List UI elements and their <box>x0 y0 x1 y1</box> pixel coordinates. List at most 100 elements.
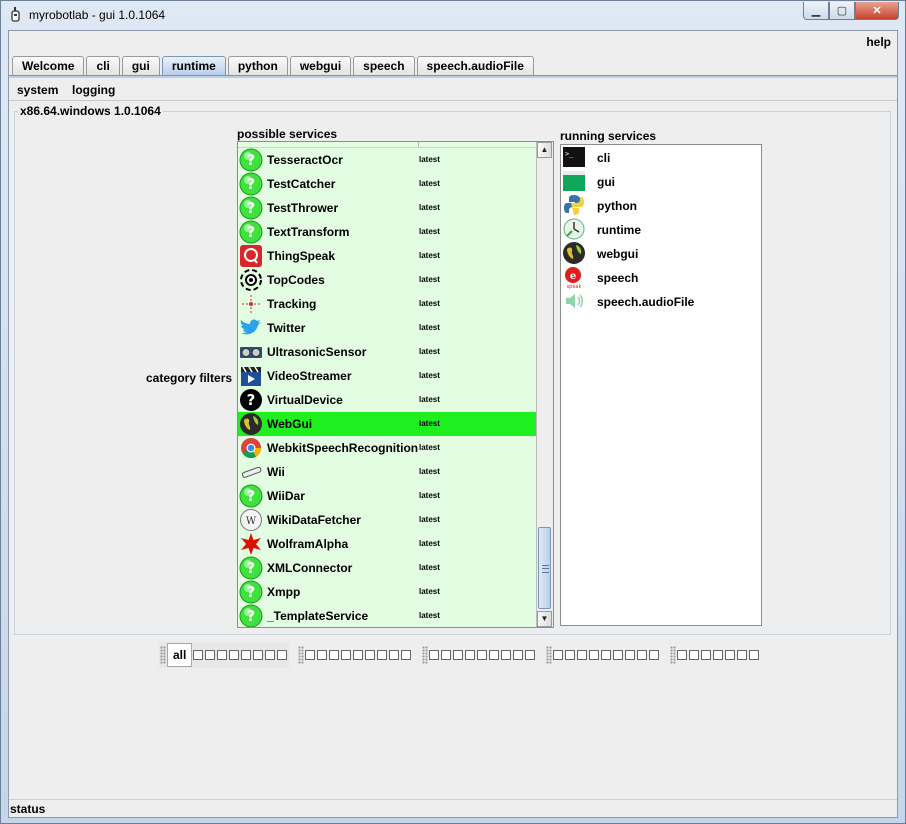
category-filter-button[interactable] <box>365 650 376 660</box>
category-filter-button[interactable] <box>677 650 688 660</box>
category-filter-button[interactable] <box>613 650 624 660</box>
globe-icon <box>563 242 585 264</box>
category-filter-button[interactable] <box>217 650 228 660</box>
running-service-row[interactable]: python <box>561 193 761 217</box>
category-filter-button[interactable] <box>601 650 612 660</box>
category-filter-button[interactable] <box>477 650 488 660</box>
category-filter-button[interactable] <box>305 650 316 660</box>
subtab-system[interactable]: system <box>17 83 58 97</box>
possible-service-row[interactable]: WebGui latest <box>238 412 538 436</box>
possible-services-list[interactable]: ? TesseractOcr latest? TestCatcher latest? Te… <box>237 141 554 628</box>
category-filter-button[interactable] <box>649 650 660 660</box>
tab-gui[interactable]: gui <box>121 56 160 75</box>
category-filter-button[interactable] <box>241 650 252 660</box>
category-filter-button[interactable] <box>525 650 536 660</box>
possible-service-row[interactable]: Tracking latest <box>238 292 538 316</box>
running-service-row[interactable]: gui <box>561 169 761 193</box>
possible-service-row[interactable]: Wii latest <box>238 460 538 484</box>
possible-service-row[interactable]: W WikiDataFetcher latest <box>238 508 538 532</box>
category-filter-button[interactable] <box>193 650 204 660</box>
possible-scrollbar[interactable]: ▲ ▼ <box>536 142 553 627</box>
category-filter-button[interactable] <box>401 650 412 660</box>
category-filter-button[interactable] <box>441 650 452 660</box>
maximize-button[interactable]: ▢ <box>829 2 855 20</box>
possible-service-row[interactable]: ThingSpeak latest <box>238 244 538 268</box>
category-filter-button[interactable] <box>489 650 500 660</box>
running-service-row[interactable]: >_ cli <box>561 145 761 169</box>
help-menu[interactable]: help <box>866 35 891 49</box>
category-filter-button[interactable] <box>501 650 512 660</box>
title-bar[interactable]: myrobotlab - gui 1.0.1064 ▁ ▢ ✕ <box>1 1 905 29</box>
possible-service-row[interactable]: UltrasonicSensor latest <box>238 340 538 364</box>
possible-service-row[interactable]: ? TestThrower latest <box>238 196 538 220</box>
scroll-up-button[interactable]: ▲ <box>537 142 552 158</box>
drag-grip[interactable] <box>160 646 166 664</box>
running-services-list[interactable]: >_ cli gui python runtime webgui e speak speech s… <box>560 144 762 626</box>
running-service-row[interactable]: webgui <box>561 241 761 265</box>
category-filter-button[interactable] <box>589 650 600 660</box>
tab-python[interactable]: python <box>227 56 288 75</box>
category-filter-button[interactable] <box>429 650 440 660</box>
category-filter-button[interactable] <box>689 650 700 660</box>
possible-service-row[interactable]: ? VirtualDevice latest <box>238 388 538 412</box>
category-filter-button[interactable] <box>749 650 760 660</box>
drag-grip[interactable] <box>298 646 305 664</box>
possible-service-row[interactable]: ? _TemplateService latest <box>238 604 538 627</box>
filter-all-button[interactable]: all <box>167 643 193 667</box>
category-filter-button[interactable] <box>565 650 576 660</box>
category-filter-button[interactable] <box>205 650 216 660</box>
tab-runtime[interactable]: runtime <box>161 56 226 75</box>
category-filter-button[interactable] <box>353 650 364 660</box>
category-filter-button[interactable] <box>637 650 648 660</box>
possible-service-row[interactable]: ? TestCatcher latest <box>238 172 538 196</box>
audio-speaker-icon <box>566 294 583 308</box>
possible-service-row[interactable]: VideoStreamer latest <box>238 364 538 388</box>
category-filter-button[interactable] <box>389 650 400 660</box>
scroll-thumb[interactable] <box>538 527 551 609</box>
drag-grip[interactable] <box>546 646 553 664</box>
possible-service-row[interactable]: TopCodes latest <box>238 268 538 292</box>
category-filter-button[interactable] <box>553 650 564 660</box>
possible-service-row[interactable]: Twitter latest <box>238 316 538 340</box>
possible-service-row[interactable]: ? Xmpp latest <box>238 580 538 604</box>
possible-service-row[interactable]: ? TextTransform latest <box>238 220 538 244</box>
possible-service-row[interactable]: WebkitSpeechRecognition latest <box>238 436 538 460</box>
tab-webgui[interactable]: webgui <box>289 56 352 75</box>
scroll-down-button[interactable]: ▼ <box>537 611 552 627</box>
running-service-row[interactable]: speech.audioFile <box>561 289 761 313</box>
possible-service-row[interactable]: ? WiiDar latest <box>238 484 538 508</box>
running-service-row[interactable]: runtime <box>561 217 761 241</box>
category-filter-button[interactable] <box>329 650 340 660</box>
category-filter-button[interactable] <box>513 650 524 660</box>
tab-welcome[interactable]: Welcome <box>12 56 85 75</box>
category-filter-button[interactable] <box>725 650 736 660</box>
category-filter-button[interactable] <box>577 650 588 660</box>
tab-speech[interactable]: speech <box>353 56 415 75</box>
category-filter-button[interactable] <box>713 650 724 660</box>
category-filter-button[interactable] <box>377 650 388 660</box>
category-filter-button[interactable] <box>625 650 636 660</box>
close-button[interactable]: ✕ <box>855 2 899 20</box>
minimize-button[interactable]: ▁ <box>803 2 829 20</box>
tab-cli[interactable]: cli <box>86 56 120 75</box>
category-filter-button[interactable] <box>229 650 240 660</box>
running-service-row[interactable]: e speak speech <box>561 265 761 289</box>
category-filter-button[interactable] <box>341 650 352 660</box>
category-filter-button[interactable] <box>253 650 264 660</box>
tab-speech-audiofile[interactable]: speech.audioFile <box>416 56 534 75</box>
possible-service-row[interactable]: WolframAlpha latest <box>238 532 538 556</box>
svg-text:e: e <box>570 271 576 282</box>
category-filter-button[interactable] <box>317 650 328 660</box>
possible-service-row[interactable]: ? XMLConnector latest <box>238 556 538 580</box>
category-filter-button[interactable] <box>265 650 276 660</box>
service-version: latest <box>419 563 440 572</box>
category-filter-button[interactable] <box>465 650 476 660</box>
category-filter-button[interactable] <box>701 650 712 660</box>
drag-grip[interactable] <box>422 646 429 664</box>
category-filter-button[interactable] <box>737 650 748 660</box>
category-filter-button[interactable] <box>453 650 464 660</box>
drag-grip[interactable] <box>670 646 677 664</box>
subtab-logging[interactable]: logging <box>72 83 115 97</box>
possible-service-row[interactable]: ? TesseractOcr latest <box>238 148 538 172</box>
category-filter-button[interactable] <box>277 650 288 660</box>
